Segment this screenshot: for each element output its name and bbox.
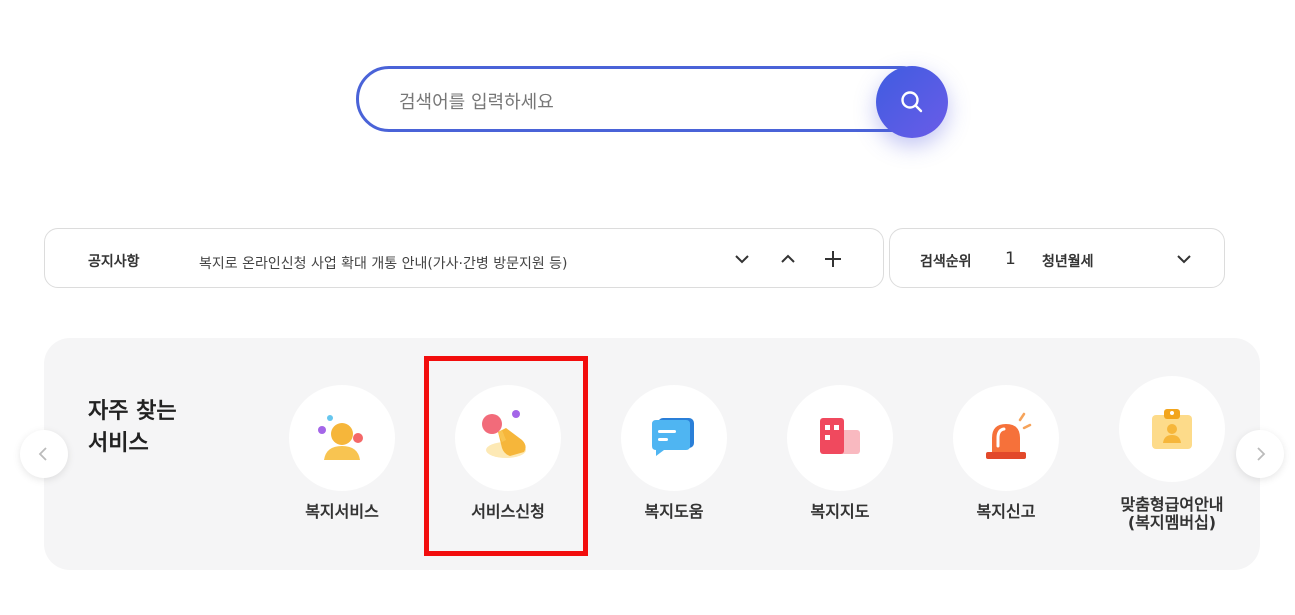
service-welfare-map[interactable]: 복지지도 <box>765 385 915 545</box>
notice-more-button[interactable] <box>820 246 846 272</box>
siren-icon <box>986 412 1032 459</box>
search-button[interactable] <box>876 66 948 138</box>
service-application[interactable]: 서비스신청 <box>433 385 583 545</box>
notice-text[interactable]: 복지로 온라인신청 사업 확대 개통 안내(가사·간병 방문지원 등) <box>199 253 568 273</box>
panel-title-line1: 자주 찾는 <box>88 399 177 424</box>
service-label: 복지서비스 <box>305 502 379 521</box>
chat-bubble-icon <box>652 418 694 456</box>
service-icon-circle <box>1119 376 1225 482</box>
chevron-down-icon <box>735 255 749 264</box>
service-label: 맞춤형급여안내 (복지멤버십) <box>1097 496 1247 532</box>
chevron-up-icon <box>781 254 795 263</box>
notice-label: 공지사항 <box>88 254 140 270</box>
chevron-right-icon <box>1257 447 1266 461</box>
plus-icon <box>825 251 841 267</box>
service-icon-circle <box>621 385 727 491</box>
carousel-prev-button[interactable] <box>20 430 68 478</box>
panel-title-line2: 서비스 <box>88 431 149 456</box>
hand-touch-icon <box>482 410 526 458</box>
service-label: 서비스신청 <box>471 502 545 521</box>
service-label: 복지지도 <box>810 502 870 521</box>
service-icon-circle <box>455 385 561 491</box>
service-welfare-services[interactable]: 복지서비스 <box>267 385 417 545</box>
service-label-line2: (복지멤버십) <box>1127 513 1217 532</box>
service-label: 복지신고 <box>976 502 1036 521</box>
service-icon-circle <box>953 385 1059 491</box>
service-icon-circle <box>787 385 893 491</box>
search-icon <box>901 91 923 113</box>
rank-expand-button[interactable] <box>1171 246 1197 272</box>
rank-label: 검색순위 <box>920 254 972 270</box>
person-icon <box>318 415 363 460</box>
service-welfare-report[interactable]: 복지신고 <box>931 385 1081 545</box>
search-rank-bar: 검색순위 1 청년월세 <box>889 228 1225 288</box>
rank-term[interactable]: 청년월세 <box>1042 251 1094 271</box>
search-box <box>356 66 934 132</box>
notice-bar: 공지사항 복지로 온라인신청 사업 확대 개통 안내(가사·간병 방문지원 등) <box>44 228 884 288</box>
notice-next-button[interactable] <box>729 246 755 272</box>
service-label: 복지도움 <box>644 502 704 521</box>
chevron-down-icon <box>1177 255 1191 264</box>
service-label-line1: 맞춤형급여안내 <box>1120 495 1224 514</box>
service-welfare-help[interactable]: 복지도움 <box>599 385 749 545</box>
chevron-left-icon <box>38 447 47 461</box>
rank-number: 1 <box>1005 249 1016 269</box>
service-icon-circle <box>289 385 395 491</box>
notice-prev-button[interactable] <box>775 246 801 272</box>
search-input[interactable] <box>397 83 871 121</box>
panel-title: 자주 찾는 서비스 <box>88 396 177 460</box>
building-map-icon <box>820 418 860 454</box>
search-bar <box>356 66 948 138</box>
id-badge-icon <box>1152 409 1192 449</box>
service-customized-benefits[interactable]: 맞춤형급여안내 (복지멤버십) <box>1097 376 1247 536</box>
